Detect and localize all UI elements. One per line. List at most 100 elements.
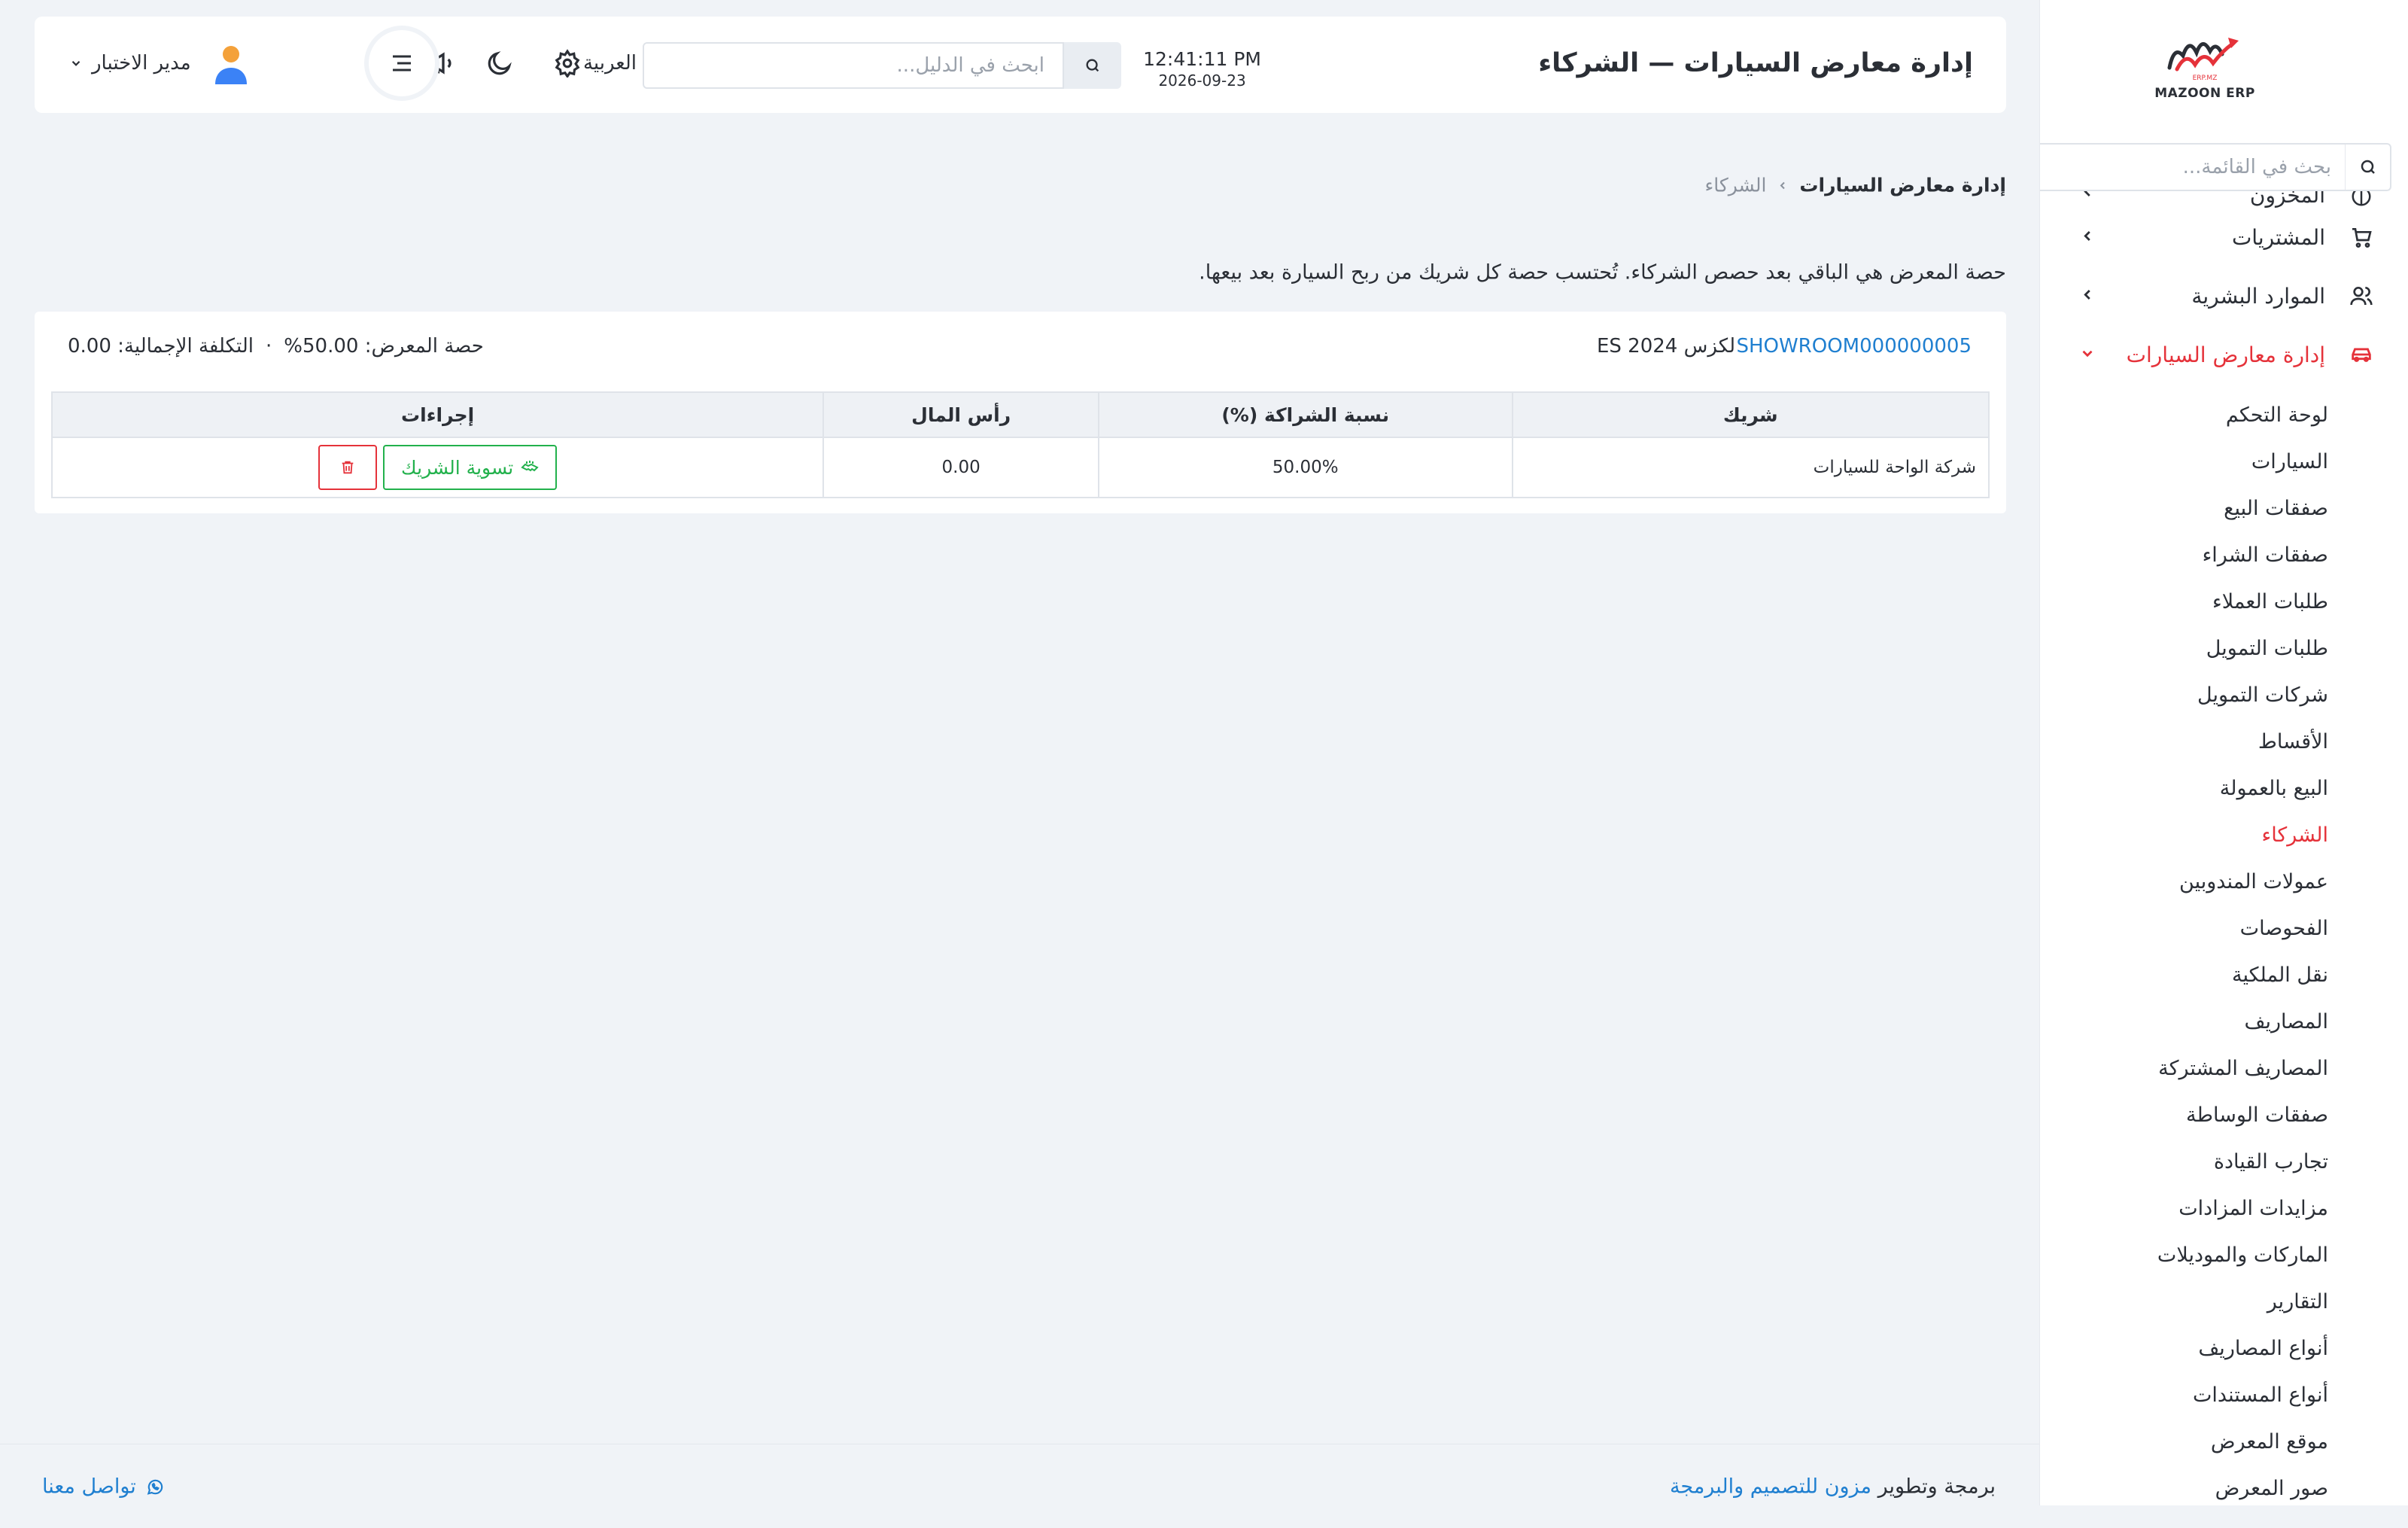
cart-icon — [2345, 225, 2378, 249]
contact-label: تواصل معنا — [42, 1475, 136, 1499]
column-header-share: نسبة الشراكة (%) — [1097, 391, 1513, 438]
handshake-icon — [521, 461, 539, 472]
credit-prefix: برمجة وتطوير — [1877, 1475, 1996, 1499]
page-title: إدارة معارض السيارات — الشركاء — [1538, 48, 1973, 78]
submenu-item[interactable]: أنواع المستندات — [2040, 1371, 2408, 1418]
user-name: مدير الاختبار — [92, 52, 191, 75]
breadcrumb-current: الشركاء — [1704, 174, 1767, 196]
cell-partner: شركة الواحة للسيارات — [1511, 437, 1990, 498]
submenu-item[interactable]: الفحوصات — [2040, 905, 2408, 951]
sidebar-item-hr[interactable]: الموارد البشرية — [2040, 266, 2408, 325]
submenu-item[interactable]: مزايدات المزادات — [2040, 1185, 2408, 1231]
sidebar-toggle-button[interactable] — [369, 30, 435, 96]
submenu-item[interactable]: لوحة التحكم — [2040, 391, 2408, 438]
trash-icon — [342, 461, 354, 474]
table-header-row: شريك نسبة الشراكة (%) رأس المال إجراءات — [50, 391, 1990, 438]
showroom-share: حصة المعرض: 50.00% — [284, 335, 484, 358]
submenu-item[interactable]: تجارب القيادة — [2040, 1138, 2408, 1185]
row-actions: تسوية الشريك — [53, 445, 822, 490]
column-header-partner: شريك — [1511, 391, 1990, 438]
sidebar-item-label: إدارة معارض السيارات — [2126, 342, 2325, 367]
submenu-item[interactable]: المصاريف — [2040, 998, 2408, 1045]
car-name: لكزس ES 2024 — [1596, 335, 1735, 358]
chevron-left-icon — [2079, 225, 2096, 250]
info-note: حصة المعرض هي الباقي بعد حصص الشركاء. تُ… — [1199, 260, 2006, 285]
settings-button[interactable] — [549, 45, 585, 81]
cell-share: 50.00% — [1097, 437, 1513, 498]
contact-link[interactable]: تواصل معنا — [42, 1475, 165, 1499]
language-switch[interactable]: العربية — [583, 52, 637, 75]
footer-credit: برمجة وتطوير مزون للتصميم والبرمجة — [1670, 1475, 1996, 1499]
submenu-item[interactable]: البيع بالعمولة — [2040, 765, 2408, 811]
submenu-item[interactable]: السيارات — [2040, 438, 2408, 485]
settle-partner-label: تسوية الشريك — [401, 456, 514, 479]
submenu-item[interactable]: صور المعرض — [2040, 1465, 2408, 1505]
submenu-item[interactable]: عمولات المندوبين — [2040, 858, 2408, 905]
sidebar-item-label: الموارد البشرية — [2191, 283, 2325, 309]
breadcrumb-home[interactable]: إدارة معارض السيارات — [1799, 175, 2006, 196]
column-header-actions: إجراءات — [50, 391, 825, 438]
menu-icon — [393, 55, 411, 72]
submenu-item[interactable]: صفقات الشراء — [2040, 531, 2408, 578]
top-header: إدارة معارض السيارات — الشركاء 12:41:11 … — [35, 17, 2006, 113]
submenu-item[interactable]: الشركاء — [2040, 811, 2408, 858]
submenu-item[interactable]: المصاريف المشتركة — [2040, 1045, 2408, 1091]
header-search[interactable] — [643, 42, 1121, 89]
table-row: شركة الواحة للسيارات 50.00% 0.00 تسوية ا… — [50, 437, 1990, 498]
delete-partner-button[interactable] — [318, 445, 378, 490]
submenu-item[interactable]: صفقات الوساطة — [2040, 1091, 2408, 1138]
chevron-left-icon — [1780, 181, 1786, 189]
mazoon-logo-icon: ERP.MZ — [2167, 38, 2239, 82]
sidebar: ERP.MZ MAZOON ERP المخزون المشتريات المو… — [2039, 0, 2408, 1505]
users-icon — [2345, 284, 2378, 308]
submenu-item[interactable]: الماركات والموديلات — [2040, 1231, 2408, 1278]
avatar — [214, 46, 247, 84]
column-header-capital: رأس المال — [822, 391, 1099, 438]
car-partners-card: SHOWROOM000000005 لكزس ES 2024 حصة المعر… — [35, 312, 2006, 513]
logo-small-text: ERP.MZ — [2193, 75, 2218, 82]
car-code-link[interactable]: SHOWROOM000000005 — [1736, 335, 1972, 358]
submenu-item[interactable]: نقل الملكية — [2040, 951, 2408, 998]
credit-link[interactable]: مزون للتصميم والبرمجة — [1670, 1475, 1871, 1499]
user-menu[interactable]: مدير الاختبار — [69, 42, 250, 84]
footer: برمجة وتطوير مزون للتصميم والبرمجة تواصل… — [0, 1444, 2039, 1528]
header-search-button[interactable] — [1064, 42, 1121, 89]
chevron-left-icon — [2079, 284, 2096, 309]
brand-logo[interactable]: ERP.MZ MAZOON ERP — [2130, 30, 2280, 105]
breadcrumb: إدارة معارض السيارات الشركاء — [1704, 175, 2006, 196]
cell-capital: 0.00 — [822, 437, 1099, 498]
submenu-item[interactable]: موقع المعرض — [2040, 1418, 2408, 1465]
sidebar-item-purchases[interactable]: المشتريات — [2040, 208, 2408, 266]
summary-separator: · — [266, 335, 272, 358]
showroom-submenu: لوحة التحكم السيارات صفقات البيع صفقات الشر… — [2040, 384, 2408, 1505]
card-header: SHOWROOM000000005 لكزس ES 2024 حصة المعر… — [35, 327, 2006, 366]
chevron-down-icon — [2079, 342, 2096, 367]
whatsapp-icon — [147, 1479, 163, 1495]
dark-mode-button[interactable] — [482, 45, 518, 81]
partners-table: شريك نسبة الشراكة (%) رأس المال إجراءات … — [50, 391, 1990, 498]
moon-icon — [488, 51, 512, 75]
sidebar-item-car-showrooms[interactable]: إدارة معارض السيارات — [2040, 325, 2408, 384]
submenu-item[interactable]: طلبات التمويل — [2040, 625, 2408, 671]
sidebar-item-label: المشتريات — [2231, 224, 2325, 250]
car-icon — [2345, 342, 2378, 367]
submenu-item[interactable]: التقارير — [2040, 1278, 2408, 1325]
cell-actions: تسوية الشريك — [50, 437, 825, 498]
total-cost: التكلفة الإجمالية: 0.00 — [68, 335, 254, 358]
brand-name: MAZOON ERP — [2154, 86, 2255, 101]
submenu-item[interactable]: شركات التمويل — [2040, 671, 2408, 718]
header-search-input[interactable] — [643, 42, 1064, 89]
clock: 12:41:11 PM 2026-09-23 — [1143, 48, 1261, 90]
search-icon — [1086, 59, 1099, 72]
car-summary: حصة المعرض: 50.00% · التكلفة الإجمالية: … — [68, 335, 484, 358]
clock-time: 12:41:11 PM — [1143, 48, 1261, 70]
sidebar-search-input[interactable] — [2040, 145, 2345, 190]
search-icon — [2345, 145, 2390, 190]
submenu-item[interactable]: الأقساط — [2040, 718, 2408, 765]
sidebar-search[interactable] — [2040, 143, 2391, 191]
chevron-down-icon — [71, 60, 81, 66]
submenu-item[interactable]: صفقات البيع — [2040, 485, 2408, 531]
settle-partner-button[interactable]: تسوية الشريك — [383, 445, 558, 490]
submenu-item[interactable]: أنواع المصاريف — [2040, 1325, 2408, 1371]
submenu-item[interactable]: طلبات العملاء — [2040, 578, 2408, 625]
